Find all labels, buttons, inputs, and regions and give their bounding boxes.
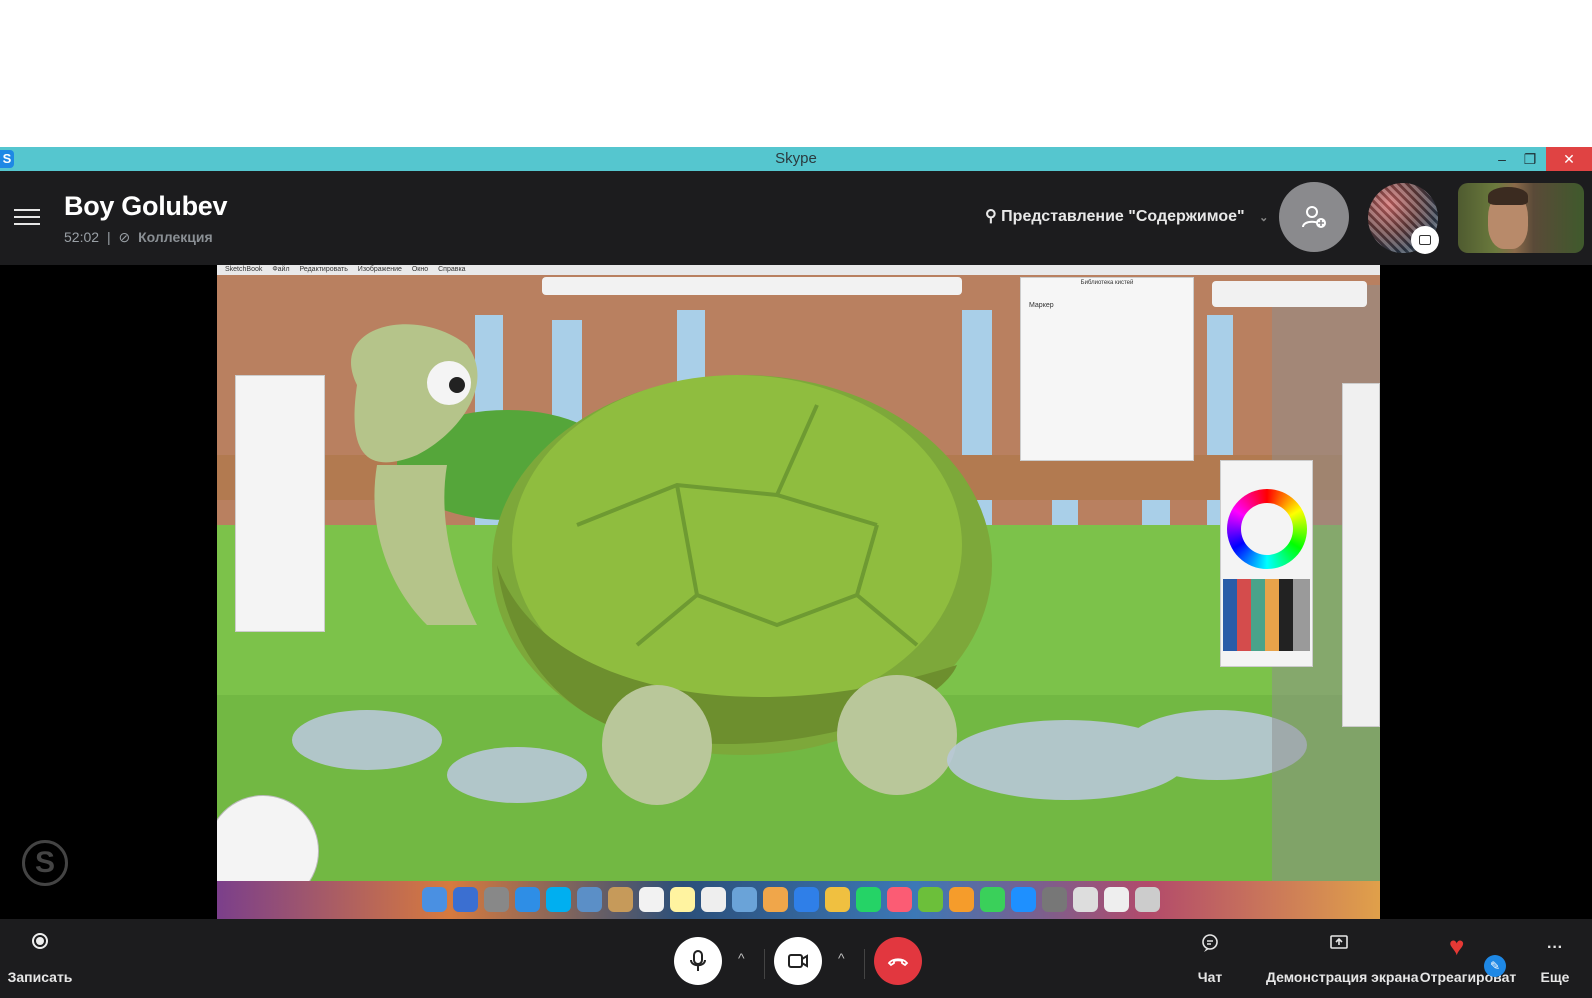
sketchbook-toolbar [542,277,962,295]
view-mode-label: Представление "Содержимое" [1001,208,1245,225]
music-icon[interactable] [887,887,912,912]
menu-icon[interactable] [14,204,40,226]
skype-icon[interactable] [546,887,571,912]
turtle-painting [217,265,1380,919]
end-call-button[interactable] [874,937,922,985]
color-editor-panel [1220,460,1313,667]
shared-screen: SketchBook Файл Редактировать Изображени… [217,265,1380,919]
contact-name: Boy Golubev [64,191,228,221]
menu-edit: Редактировать [299,266,348,273]
chat-label: Чат [1197,969,1223,985]
color-swatches [1223,579,1310,651]
notes-app-icon[interactable] [608,887,633,912]
microphone-icon [690,950,706,971]
maps-icon[interactable] [732,887,757,912]
brush-library-panel: Библиотека кистей Маркер [1020,277,1194,461]
divider [864,949,865,979]
books-icon[interactable] [949,887,974,912]
menu-file: Файл [272,266,290,273]
screen-share-icon [1330,935,1348,949]
reminders-icon[interactable] [701,887,726,912]
layers-panel [235,375,325,632]
brush-tray [1342,383,1380,727]
call-stage: S SketchBook Файл Редактировать Изображе… [0,265,1592,919]
brush-name: Маркер [1029,302,1054,309]
chevron-down-icon: ⌄ [1259,212,1269,224]
finder-icon[interactable] [422,887,447,912]
dock-icons [422,887,1160,912]
siri-icon[interactable] [453,887,478,912]
more-icon: ··· [1547,939,1563,956]
color-wheel [1227,489,1307,569]
safari-icon[interactable] [515,887,540,912]
facetime-icon[interactable] [980,887,1005,912]
document-icon[interactable] [1073,887,1098,912]
more-button[interactable]: ··· Еще [1530,919,1580,998]
mac-menubar: SketchBook Файл Редактировать Изображени… [217,265,1380,275]
settings-icon[interactable] [1042,887,1067,912]
call-meta: 52:02 | ⊘ Коллекция [64,229,213,246]
whatsapp-icon[interactable] [856,887,881,912]
hang-up-icon [887,958,909,967]
collection-label[interactable]: Коллекция [138,229,213,245]
add-people-icon [1302,206,1326,228]
top-blank-area [0,0,1592,147]
record-button[interactable]: Записать [0,919,80,998]
menu-image: Изображение [357,266,402,273]
divider [764,949,765,979]
microphone-button[interactable] [674,937,722,985]
menu-help: Справка [438,266,466,273]
view-mode-icon: ⚲ [985,208,997,225]
meta-separator: | [106,229,111,245]
brush-library-title: Библиотека кистей [1080,280,1134,286]
call-controls-bar: Записать ^ ^ Чат Демонстрация экрана Отр… [0,919,1592,998]
pencil-icon[interactable] [825,887,850,912]
menu-window: Окно [411,266,429,273]
preview-icon[interactable] [577,887,602,912]
self-video-preview[interactable] [1458,183,1584,253]
camera-button[interactable] [774,937,822,985]
pen-icon: ✎ [1484,955,1506,977]
file-icon[interactable] [1104,887,1129,912]
stickies-icon[interactable] [670,887,695,912]
screen-share-button[interactable]: Демонстрация экрана [1266,919,1419,998]
view-mode-selector[interactable]: ⚲ Представление "Содержимое" ⌄ [985,206,1268,226]
window-title: Skype [775,150,817,167]
mac-dock [217,881,1380,919]
menu-app: SketchBook [225,266,263,273]
chat-button[interactable]: Чат [1180,919,1240,998]
window-titlebar: S Skype – ❐ ✕ [0,147,1592,171]
calendar-icon[interactable] [639,887,664,912]
launchpad-icon[interactable] [484,887,509,912]
video-camera-icon [788,954,808,968]
call-duration: 52:02 [64,229,100,245]
audio-options-chevron-icon[interactable]: ^ [738,950,745,966]
close-button[interactable]: ✕ [1546,147,1592,171]
heart-icon: ♥ [1449,931,1465,961]
photos-icon[interactable] [763,887,788,912]
record-icon [32,933,48,949]
chat-icon [1202,934,1218,952]
screen-share-label: Демонстрация экрана [1266,969,1419,985]
app-store-icon[interactable] [1011,887,1036,912]
trash-icon[interactable] [1135,887,1160,912]
notification-banner [1212,281,1367,307]
more-label: Еще [1540,969,1570,985]
screen-share-badge-icon [1411,226,1439,254]
collection-icon: ⊘ [118,229,131,245]
skype-watermark-icon: S [22,840,68,886]
add-people-button[interactable] [1279,182,1349,252]
call-header: Boy Golubev 52:02 | ⊘ Коллекция ⚲ Предст… [0,171,1592,265]
self-video-hair [1488,187,1528,205]
record-label: Записать [7,969,73,985]
books-stack-icon[interactable] [918,887,943,912]
messages-icon[interactable] [794,887,819,912]
video-options-chevron-icon[interactable]: ^ [838,950,845,966]
